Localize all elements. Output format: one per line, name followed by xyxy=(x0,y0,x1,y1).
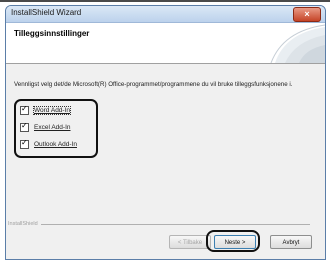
close-icon: × xyxy=(304,9,310,19)
window-title: InstallShield Wizard xyxy=(11,8,82,17)
back-button[interactable]: < Tilbake xyxy=(169,235,211,249)
outlook-addin-label[interactable]: Outlook Add-In xyxy=(34,141,77,148)
word-addin-checkbox[interactable] xyxy=(20,104,29,115)
page-title: Tilleggsinnstillinger xyxy=(14,29,90,38)
footer-divider xyxy=(10,224,310,225)
option-outlook-addin[interactable]: Outlook Add-In xyxy=(20,138,77,149)
addin-options-group: Word Add-In Excel Add-In Outlook Add-In xyxy=(14,99,98,158)
wizard-header: Tilleggsinnstillinger xyxy=(6,23,325,64)
option-excel-addin[interactable]: Excel Add-In xyxy=(20,121,71,132)
option-word-addin[interactable]: Word Add-In xyxy=(20,104,72,115)
top-border xyxy=(0,0,330,2)
word-addin-label[interactable]: Word Add-In xyxy=(32,105,72,115)
title-bar[interactable]: InstallShield Wizard × xyxy=(6,6,325,23)
excel-addin-checkbox[interactable] xyxy=(20,121,29,132)
outlook-addin-checkbox[interactable] xyxy=(20,138,29,149)
close-button[interactable]: × xyxy=(293,7,321,22)
footer-brand: InstallShield xyxy=(8,221,41,227)
next-button[interactable]: Neste > xyxy=(214,235,256,249)
instruction-text: Vennligst velg det/de Microsoft(R) Offic… xyxy=(14,81,293,88)
excel-addin-label[interactable]: Excel Add-In xyxy=(34,124,71,131)
cancel-button[interactable]: Avbryt xyxy=(270,235,312,249)
installshield-logo-icon xyxy=(270,24,325,63)
